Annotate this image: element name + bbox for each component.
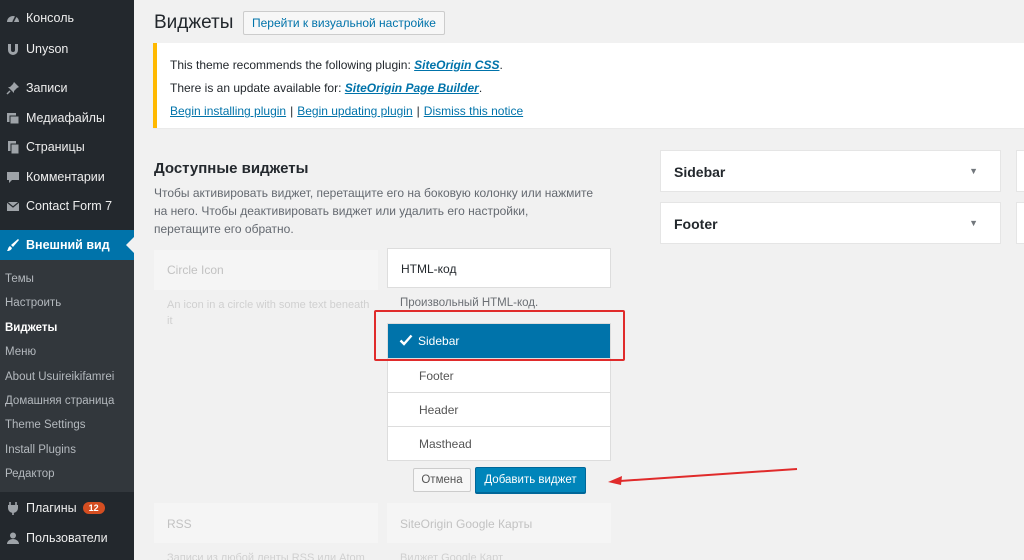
submenu-item-homepage[interactable]: Домашняя страница <box>5 390 114 412</box>
chooser-option-label: Masthead <box>419 436 472 451</box>
menu-label: Contact Form 7 <box>26 199 113 213</box>
notice-text: This theme recommends the following plug… <box>170 58 415 72</box>
widget-area-title: Sidebar <box>674 164 726 180</box>
notice-actions: Begin installing plugin | Begin updating p… <box>170 104 523 118</box>
add-widget-button[interactable]: Добавить виджет <box>475 467 586 493</box>
appearance-submenu: Темы Настроить Виджеты Меню About Usuire… <box>0 260 134 492</box>
widget-description: Произвольный HTML-код. <box>400 297 539 309</box>
menu-item-comments[interactable]: Комментарии <box>0 162 134 192</box>
brush-icon <box>0 238 26 252</box>
menu-label: Комментарии <box>26 170 105 184</box>
menu-label: Пользователи <box>26 531 108 545</box>
begin-updating-link[interactable]: Begin updating plugin <box>297 104 412 118</box>
current-indicator <box>126 237 134 253</box>
widget-description: An icon in a circle with some text benea… <box>167 299 370 327</box>
separator: | <box>416 104 420 118</box>
comments-icon <box>0 170 26 184</box>
notice-period: . <box>499 58 503 72</box>
separator: | <box>290 104 294 118</box>
notice-line-recommend: This theme recommends the following plug… <box>170 58 503 72</box>
widget-area-partial[interactable] <box>1016 150 1024 192</box>
widget-area-sidebar[interactable]: Sidebar ▼ <box>660 150 1001 192</box>
menu-label: Плагины <box>26 501 77 515</box>
submenu-item-install-plugins[interactable]: Install Plugins <box>5 439 76 461</box>
plug-icon <box>0 501 26 515</box>
submenu-item-theme-settings[interactable]: Theme Settings <box>5 414 86 436</box>
notice-line-update: There is an update available for: SiteOr… <box>170 81 482 95</box>
menu-item-contact-form[interactable]: Contact Form 7 <box>0 191 134 221</box>
submenu-item-about[interactable]: About Usuireikifamrei <box>5 366 114 388</box>
widget-title: RSS <box>167 517 192 531</box>
menu-item-posts[interactable]: Записи <box>0 73 134 103</box>
available-widgets-title: Доступные виджеты <box>154 160 309 177</box>
submenu-item-themes[interactable]: Темы <box>5 268 34 290</box>
menu-label: Записи <box>26 81 68 95</box>
annotation-arrow <box>608 468 798 485</box>
cancel-button[interactable]: Отмена <box>413 468 471 492</box>
caret-down-icon[interactable]: ▼ <box>969 166 978 176</box>
menu-label: Консоль <box>26 11 75 25</box>
submenu-item-menus[interactable]: Меню <box>5 341 36 363</box>
pin-icon <box>0 81 26 95</box>
widget-area-footer[interactable]: Footer ▼ <box>660 202 1001 244</box>
widget-area-partial[interactable] <box>1016 202 1024 244</box>
page-title: Виджеты <box>154 12 234 33</box>
annotation-highlight-box <box>374 310 625 361</box>
submenu-item-customize[interactable]: Настроить <box>5 292 61 314</box>
menu-item-appearance[interactable]: Внешний вид <box>0 230 134 260</box>
widget-description: Виджет Google Карт <box>400 552 504 560</box>
available-widgets-description: Чтобы активировать виджет, перетащите ег… <box>154 186 594 236</box>
menu-label: Страницы <box>26 140 85 154</box>
customize-button[interactable]: Перейти к визуальной настройке <box>243 11 445 35</box>
submenu-item-editor[interactable]: Редактор <box>5 463 55 485</box>
widget-title: SiteOrigin Google Карты <box>400 517 533 531</box>
pages-icon <box>0 140 26 154</box>
widget-title: HTML-код <box>401 262 457 276</box>
notice-text: There is an update available for: <box>170 81 345 95</box>
widget-area-title: Footer <box>674 216 718 232</box>
chooser-option-label: Header <box>419 402 459 417</box>
menu-item-plugins[interactable]: Плагины 12 <box>0 493 134 523</box>
admin-sidebar: Консоль Unyson Записи Медиафайлы Страниц… <box>0 0 134 560</box>
notice-period: . <box>478 81 483 95</box>
chooser-option-header[interactable]: Header <box>388 392 610 426</box>
dismiss-notice-link[interactable]: Dismiss this notice <box>424 104 523 118</box>
unyson-icon <box>0 42 26 56</box>
dashboard-icon <box>0 11 26 25</box>
caret-down-icon[interactable]: ▼ <box>969 218 978 228</box>
menu-label: Внешний вид <box>26 238 110 252</box>
chooser-option-label: Footer <box>419 368 454 383</box>
menu-label: Медиафайлы <box>26 111 105 125</box>
user-icon <box>0 531 26 545</box>
chooser-option-masthead[interactable]: Masthead <box>388 426 610 460</box>
menu-item-users[interactable]: Пользователи <box>0 523 134 553</box>
menu-item-pages[interactable]: Страницы <box>0 132 134 162</box>
plugin-link-siteorigin-css[interactable]: SiteOrigin CSS <box>414 58 499 72</box>
widget-html-code[interactable]: HTML-код <box>387 248 611 288</box>
widget-description: Записи из любой ленты RSS или Atom <box>167 552 365 560</box>
plugin-link-page-builder[interactable]: SiteOrigin Page Builder <box>345 81 479 95</box>
media-icon <box>0 111 26 125</box>
mail-icon <box>0 199 26 213</box>
update-count-badge: 12 <box>82 502 105 514</box>
menu-item-dashboard[interactable]: Консоль <box>0 3 134 33</box>
chooser-option-footer[interactable]: Footer <box>388 358 610 392</box>
plugin-notice: This theme recommends the following plug… <box>153 43 1024 128</box>
begin-installing-link[interactable]: Begin installing plugin <box>170 104 286 118</box>
widget-title: Circle Icon <box>167 263 224 277</box>
menu-item-media[interactable]: Медиафайлы <box>0 103 134 133</box>
menu-label: Unyson <box>26 42 69 56</box>
menu-item-unyson[interactable]: Unyson <box>0 34 134 64</box>
submenu-item-widgets[interactable]: Виджеты <box>5 317 57 339</box>
